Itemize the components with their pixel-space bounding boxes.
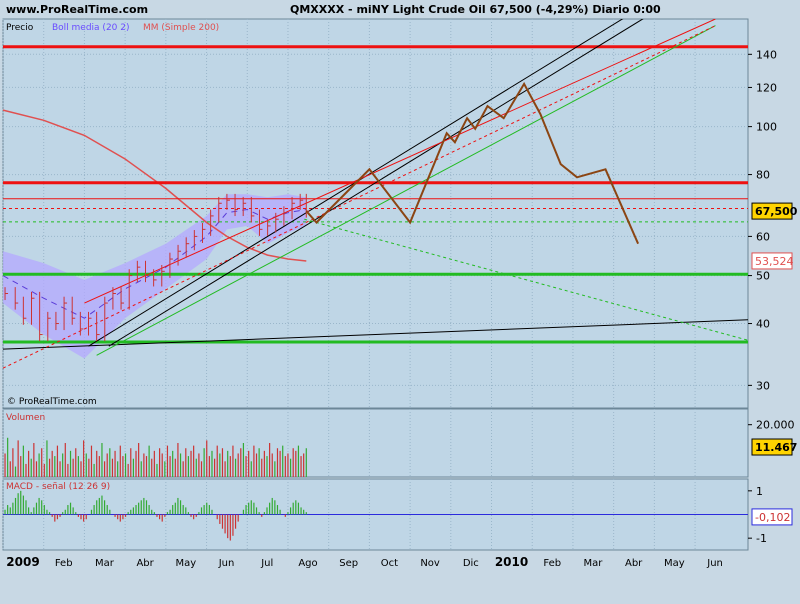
ma-value-label: 53,524 xyxy=(755,255,794,268)
x-tick-label-5: Jun xyxy=(218,558,235,569)
legend-ma200: MM (Simple 200) xyxy=(143,23,219,33)
price-tick-label-1: 40 xyxy=(756,318,770,331)
legend-price: Precio xyxy=(6,23,34,33)
x-tick-label-16: May xyxy=(664,558,685,569)
macd-last-label: -0,102 xyxy=(755,511,790,524)
volume-tick-label-0: 20.000 xyxy=(756,419,795,432)
x-tick-label-13: Feb xyxy=(543,558,561,569)
price-tick-label-4: 80 xyxy=(756,169,770,182)
legend-macd: MACD - señal (12 26 9) xyxy=(6,482,110,492)
price-tick-label-6: 120 xyxy=(756,81,777,94)
watermark: © ProRealTime.com xyxy=(7,397,97,407)
x-tick-label-0: 2009 xyxy=(6,555,39,569)
x-tick-label-11: Dic xyxy=(463,558,479,569)
x-tick-label-6: Jul xyxy=(260,558,273,569)
x-tick-label-17: Jun xyxy=(706,558,723,569)
x-tick-label-7: Ago xyxy=(298,558,317,569)
x-tick-label-2: Mar xyxy=(95,558,115,569)
volume-last-label: 11.467 xyxy=(755,441,797,454)
x-tick-label-8: Sep xyxy=(339,558,358,569)
last-price-label: 67,500 xyxy=(755,205,798,218)
chart-svg: www.ProRealTime.com QMXXXX - miNY Light … xyxy=(0,0,800,600)
x-tick-label-10: Nov xyxy=(420,558,440,569)
price-tick-label-5: 100 xyxy=(756,121,777,134)
x-tick-label-14: Mar xyxy=(584,558,604,569)
x-tick-label-12: 2010 xyxy=(495,555,528,569)
x-tick-label-9: Oct xyxy=(381,558,398,569)
chart-window: www.ProRealTime.com QMXXXX - miNY Light … xyxy=(0,0,800,600)
x-tick-label-4: May xyxy=(175,558,196,569)
site-title: www.ProRealTime.com xyxy=(6,3,148,16)
price-panel xyxy=(2,18,749,409)
symbol-title: QMXXXX - miNY Light Crude Oil 67,500 (-4… xyxy=(290,3,661,16)
macd-tick-label-1: -1 xyxy=(756,532,767,545)
macd-tick-label-0: 1 xyxy=(756,485,763,498)
x-tick-label-15: Abr xyxy=(625,558,643,569)
legend-bollinger: Boll media (20 2) xyxy=(52,23,130,33)
x-tick-label-3: Abr xyxy=(136,558,154,569)
x-tick-label-1: Feb xyxy=(55,558,73,569)
price-tick-label-7: 140 xyxy=(756,48,777,61)
price-tick-label-2: 50 xyxy=(756,270,770,283)
price-tick-label-3: 60 xyxy=(756,230,770,243)
legend-volume: Volumen xyxy=(6,413,45,423)
price-tick-label-0: 30 xyxy=(756,379,770,392)
